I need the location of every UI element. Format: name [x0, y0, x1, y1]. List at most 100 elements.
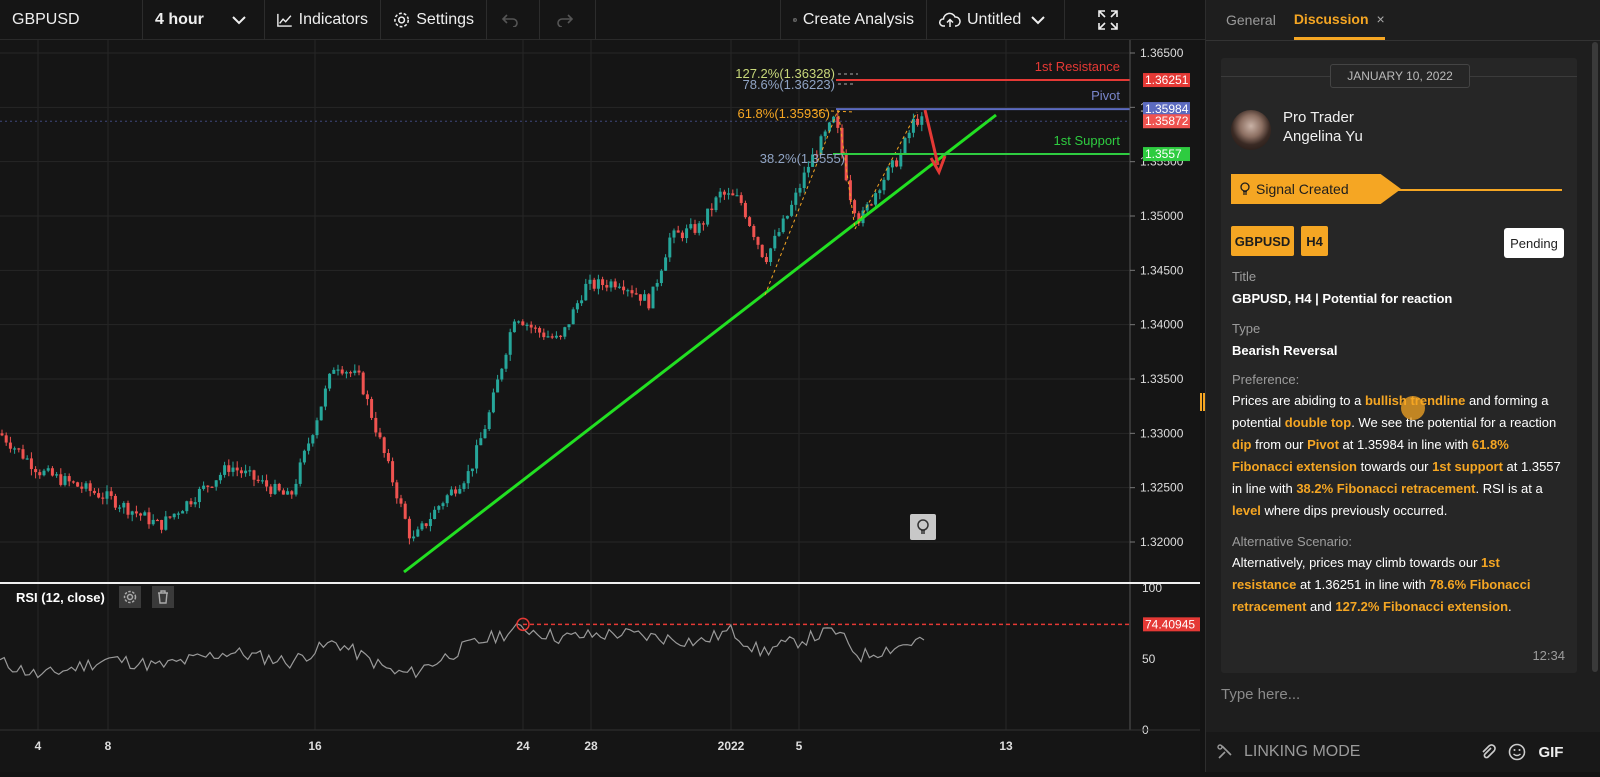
candle-body [71, 481, 75, 483]
gif-button[interactable]: GIF [1538, 744, 1563, 761]
tab-discussion-label: Discussion [1293, 10, 1369, 27]
title-label: Title [1232, 269, 1257, 284]
candle-body [773, 235, 777, 249]
candle-body [92, 490, 96, 494]
symbol-tag[interactable]: GBPUSD [1231, 226, 1294, 256]
candle-body [126, 502, 130, 515]
symbol-label: GBPUSD [12, 10, 80, 28]
alternative-text: Alternatively, prices may climb towards … [1232, 552, 1567, 618]
candle-body [806, 166, 810, 173]
alt-text-2: at 1.36251 in line with [1296, 577, 1430, 592]
idea-bulb-button[interactable] [910, 514, 936, 540]
fullscreen-icon [1097, 9, 1118, 30]
avatar[interactable] [1231, 110, 1271, 150]
candle-body [315, 420, 319, 436]
undo-button[interactable] [487, 0, 540, 40]
time-tick-label: 28 [584, 739, 598, 753]
candle-body [559, 335, 563, 337]
candle-body [361, 372, 365, 395]
candle-body [227, 465, 231, 472]
file-menu[interactable]: Untitled [927, 0, 1065, 40]
candle-body [433, 509, 437, 520]
plus-circle-icon [793, 17, 797, 22]
candle-body [848, 180, 852, 201]
candle-body [634, 293, 638, 295]
candle-body [185, 501, 189, 512]
redo-button[interactable] [540, 0, 596, 40]
candle-body [613, 281, 617, 288]
candle-body [496, 379, 500, 393]
paperclip-icon[interactable] [1480, 744, 1497, 760]
price-tick-label: 1.34000 [1140, 318, 1184, 332]
candle-body [50, 468, 54, 476]
candle-body [8, 442, 12, 449]
candle-body [193, 502, 197, 505]
linking-mode-icon[interactable] [1216, 743, 1234, 761]
close-icon[interactable]: × [1377, 11, 1385, 27]
fib-connector [837, 109, 856, 230]
candle-body [739, 195, 743, 203]
message-input[interactable]: Type here... [1206, 676, 1600, 716]
candle-body [689, 224, 693, 229]
interval-label: 4 hour [155, 10, 204, 28]
candle-body [323, 388, 327, 407]
pref-text-5: at 1.35984 in line with [1338, 437, 1472, 452]
candle-body [685, 228, 689, 239]
pref-text-1: Prices are abiding to a [1232, 393, 1365, 408]
timeframe-tag[interactable]: H4 [1301, 226, 1328, 256]
time-tick-label: 8 [105, 739, 112, 753]
chart-area[interactable]: 1st Resistance Pivot 1st Support 127.2%(1.3… [0, 40, 1200, 772]
candle-body [785, 215, 789, 219]
candle-body [84, 483, 88, 489]
candle-body [445, 495, 449, 504]
candle-body [403, 503, 407, 519]
candle-body [592, 279, 596, 289]
candle-body [916, 118, 920, 125]
linking-mode-label[interactable]: LINKING MODE [1244, 743, 1360, 761]
tab-general[interactable]: General [1226, 0, 1276, 40]
candle-body [722, 191, 726, 195]
support-label: 1st Support [1054, 133, 1121, 148]
candle-body [189, 501, 193, 505]
candle-body [596, 279, 600, 289]
candle-body [752, 226, 756, 238]
redo-icon [556, 13, 573, 27]
interval-selector[interactable]: 4 hour [143, 0, 265, 40]
settings-button[interactable]: Settings [381, 0, 487, 40]
indicators-button[interactable]: Indicators [265, 0, 381, 40]
candle-body [483, 429, 487, 439]
tab-discussion[interactable]: Discussion × [1293, 0, 1385, 40]
candle-body [647, 294, 651, 309]
create-analysis-button[interactable]: Create Analysis [781, 0, 927, 40]
candle-body [529, 324, 533, 328]
candle-body [462, 483, 466, 489]
candle-body [626, 290, 630, 292]
rsi-delete-button[interactable] [152, 586, 174, 608]
candle-body [34, 469, 38, 473]
candle-body [307, 443, 311, 451]
price-tick-label: 1.32000 [1140, 535, 1184, 549]
candle-body [202, 485, 206, 489]
fullscreen-button[interactable] [1065, 0, 1156, 40]
candle-body [80, 486, 84, 489]
rsi-settings-button[interactable] [119, 586, 141, 608]
candle-body [328, 373, 332, 389]
candle-body [118, 507, 122, 509]
symbol-selector[interactable]: GBPUSD [0, 0, 143, 40]
candle-body [231, 467, 235, 472]
candle-body [298, 462, 302, 484]
tabs-divider [1206, 40, 1600, 41]
pref-highlight-pivot: Pivot [1307, 437, 1339, 452]
candle-body [706, 208, 710, 225]
candle-body [382, 437, 386, 454]
current-price-tag: 1.35872 [1145, 114, 1189, 128]
panel-tabs: General Discussion × [1206, 0, 1600, 40]
candle-body [903, 138, 907, 154]
candle-body [113, 495, 117, 508]
candle-body [441, 503, 445, 507]
fib-382-label: 38.2%(1.3555) [760, 151, 845, 166]
emoji-icon[interactable] [1508, 743, 1526, 761]
price-chart[interactable]: 1st ResistancePivot1st Support127.2%(1.3… [0, 40, 1200, 772]
candle-body [466, 471, 470, 484]
panel-scrollbar[interactable] [1592, 42, 1598, 672]
